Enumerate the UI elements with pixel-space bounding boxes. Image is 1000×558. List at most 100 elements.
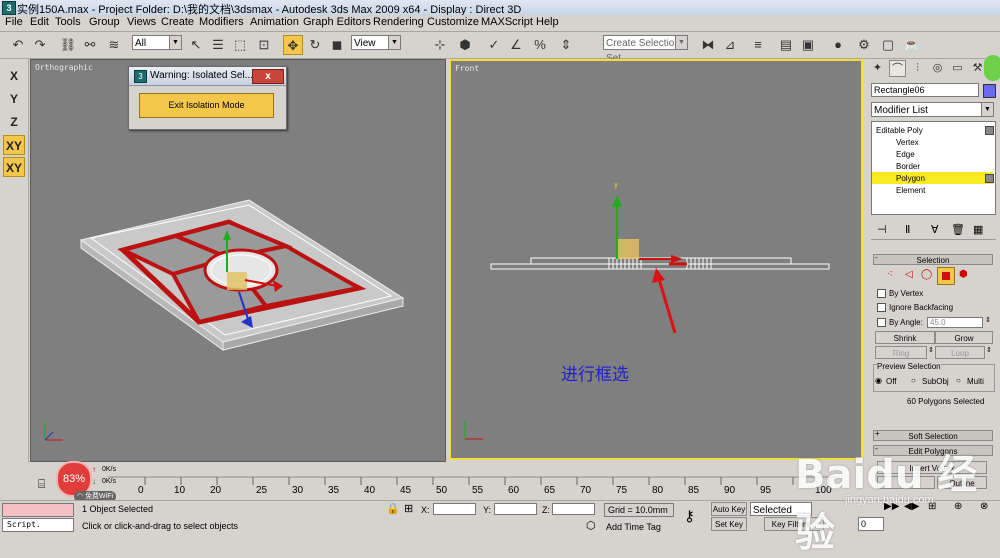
undo-icon[interactable]: ↶ [8,35,28,55]
transform-mode-toggle-icon[interactable]: ⊞ [404,502,413,515]
select-by-name-icon[interactable]: ☰ [208,35,228,55]
expand-icon[interactable]: + [875,429,880,438]
light-bulb-icon[interactable] [985,174,994,183]
auto-key-button[interactable]: Auto Key [711,502,747,516]
rectangular-selection-icon[interactable]: ⬚ [230,35,250,55]
select-and-manipulate-icon[interactable]: ⬢ [455,35,475,55]
mirror-icon[interactable]: ⧓ [698,35,718,55]
render-production-icon[interactable]: ☕ [902,35,922,55]
select-and-rotate-icon[interactable]: ↻ [305,35,325,55]
selection-rollout-header[interactable]: Selection [873,254,993,265]
stack-item-editable-poly[interactable]: Editable Poly [876,125,996,136]
object-name-field[interactable]: Rectangle06 [871,83,979,97]
unlink-icon[interactable]: ⚯ [80,35,100,55]
menu-views[interactable]: Views [127,16,156,28]
axis-xy-button[interactable]: XY [3,135,25,155]
axis-y-button[interactable]: Y [3,89,25,109]
axis-z-button[interactable]: Z [3,112,25,132]
exit-isolation-mode-button[interactable]: Exit Isolation Mode [139,93,274,118]
motion-tab-icon[interactable]: ◎ [929,60,946,77]
material-editor-icon[interactable]: ● [828,35,848,55]
light-bulb-icon[interactable] [985,126,994,135]
lock-selection-icon[interactable]: 🔒 [386,502,400,515]
angle-snap-icon[interactable]: ∠ [506,35,526,55]
network-monitor-widget[interactable]: 83% ↑ 0K/s ↓ 0K/s ◠ 免费WiFi [54,461,124,502]
modify-tab-icon[interactable]: ⌒ [889,60,906,77]
shrink-button[interactable]: Shrink [875,331,935,344]
key-icon[interactable]: ⚷ [684,507,695,525]
stack-item-vertex[interactable]: Vertex [896,137,1000,148]
menu-group[interactable]: Group [89,16,120,28]
pin-stack-icon[interactable]: ⊣ [877,223,887,236]
object-color-swatch[interactable] [983,84,996,98]
select-and-move-icon[interactable]: ✥ [283,35,303,55]
maxscript-listener-top[interactable] [2,503,74,517]
select-object-icon[interactable]: ↖ [186,35,206,55]
ring-spinner-icon[interactable]: ⇕ [928,346,934,354]
by-angle-spinner-icon[interactable]: ⇕ [985,316,991,324]
align-icon[interactable]: ⊿ [720,35,740,55]
y-coord-field[interactable] [494,503,537,515]
menu-maxscript[interactable]: MAXScript [481,16,533,28]
select-and-scale-icon[interactable]: ◼ [327,35,347,55]
preview-subobj-radio[interactable]: ○ [911,376,916,385]
menu-rendering[interactable]: Rendering [373,16,424,28]
selection-filter-dropdown[interactable]: All ▼ [132,35,182,50]
axis-xy-cycle-button[interactable]: XY [3,157,25,177]
display-tab-icon[interactable]: ▭ [949,60,966,77]
menu-file[interactable]: File [5,16,23,28]
close-button[interactable]: x [252,69,284,84]
app-icon[interactable]: 3 [2,1,16,15]
bind-space-warp-icon[interactable]: ≋ [104,35,124,55]
render-setup-icon[interactable]: ⚙ [854,35,874,55]
menu-animation[interactable]: Animation [250,16,299,28]
modifier-list-dropdown[interactable]: Modifier List ▼ [871,102,994,117]
menu-edit[interactable]: Edit [30,16,49,28]
collapse-icon[interactable]: - [875,253,878,262]
make-unique-icon[interactable]: ∀ [931,223,939,236]
mini-curve-editor-icon[interactable]: ⌸ [38,477,45,492]
preview-off-radio[interactable]: ◉ [875,376,882,385]
dialog-title-bar[interactable]: 3 Warning: Isolated Sel... x [129,67,286,86]
reference-coordinate-dropdown[interactable]: View ▼ [351,35,401,50]
remove-modifier-icon[interactable]: 🗑 [951,223,965,236]
configure-modifier-sets-icon[interactable]: ▦ [973,223,983,236]
menu-graph-editors[interactable]: Graph Editors [303,16,371,28]
spinner-snap-icon[interactable]: ⇕ [556,35,576,55]
named-selection-sets-dropdown[interactable]: Create Selection Set ▼ [603,35,688,64]
edge-mode-icon[interactable]: ◁ [905,269,913,280]
rendered-frame-window-icon[interactable]: ▢ [878,35,898,55]
pivot-center-icon[interactable]: ⊹ [430,35,450,55]
set-key-button[interactable]: Set Key [711,517,747,531]
ignore-backfacing-checkbox[interactable] [877,303,886,312]
redo-icon[interactable]: ↷ [30,35,50,55]
loop-button[interactable]: Loop [935,346,985,359]
stack-item-edge[interactable]: Edge [896,149,1000,160]
loop-spinner-icon[interactable]: ⇕ [986,346,992,354]
viewport-front[interactable]: Front y 进行框选 [449,59,863,460]
window-crossing-icon[interactable]: ⊡ [254,35,274,55]
add-time-tag-icon[interactable]: ⬡ [586,519,596,532]
schematic-view-icon[interactable]: ▣ [798,35,818,55]
by-angle-input[interactable]: 45.0 [927,317,983,328]
axis-x-button[interactable]: X [3,66,25,86]
by-angle-checkbox[interactable] [877,318,886,327]
menu-help[interactable]: Help [536,16,559,28]
stack-item-border[interactable]: Border [896,161,1000,172]
x-coord-field[interactable] [433,503,476,515]
soft-selection-rollout-header[interactable]: Soft Selection [873,430,993,441]
menu-modifiers[interactable]: Modifiers [199,16,244,28]
add-time-tag-label[interactable]: Add Time Tag [606,522,661,532]
time-ruler[interactable] [30,463,865,500]
percent-snap-icon[interactable]: % [530,35,550,55]
stack-item-element[interactable]: Element [896,185,1000,196]
polygon-mode-button[interactable] [937,267,955,285]
vertex-mode-icon[interactable]: ⁖ [887,269,893,280]
menu-create[interactable]: Create [161,16,194,28]
menu-tools[interactable]: Tools [55,16,81,28]
curve-editor-icon[interactable]: ▤ [776,35,796,55]
maxscript-mini-listener[interactable]: Script. [2,518,74,532]
select-and-link-icon[interactable]: ⛓ [58,35,78,55]
ring-button[interactable]: Ring [875,346,927,359]
create-tab-icon[interactable]: ✦ [869,60,886,77]
